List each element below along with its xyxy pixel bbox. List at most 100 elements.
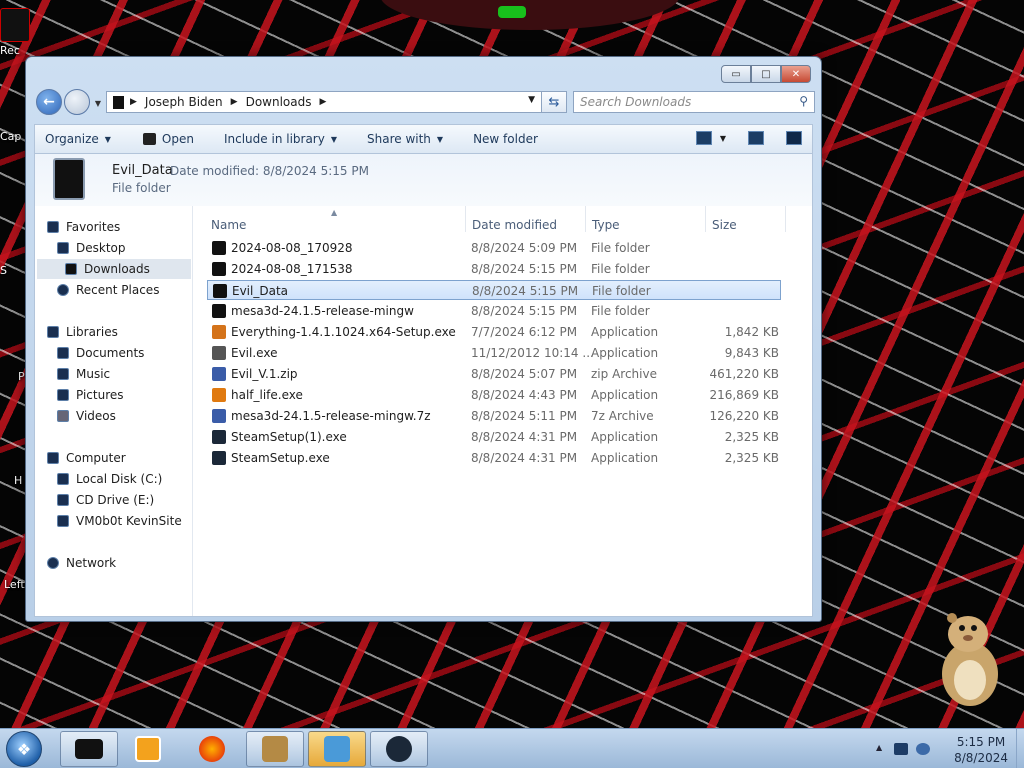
search-icon[interactable]: ⚲	[799, 94, 808, 108]
network-tray-icon[interactable]	[894, 743, 908, 755]
clock[interactable]: 5:15 PM 8/8/2024	[954, 734, 1008, 766]
refresh-button[interactable]: ⇆	[541, 91, 567, 113]
address-dropdown-icon[interactable]: ▼	[528, 95, 535, 105]
folder-icon	[213, 284, 227, 298]
hamster-pet-icon[interactable]	[938, 606, 1002, 706]
nav-computer[interactable]: Computer	[47, 448, 126, 468]
table-row[interactable]: Everything-1.4.1.1024.x64-Setup.exe 7/7/2…	[207, 322, 781, 342]
nav-desktop[interactable]: Desktop	[57, 238, 126, 258]
star-icon	[47, 221, 59, 233]
back-button[interactable]: ←	[36, 89, 62, 115]
magnifier-icon	[212, 325, 226, 339]
nav-libraries[interactable]: Libraries	[47, 322, 118, 342]
column-header-size[interactable]: Size	[712, 218, 737, 232]
show-desktop-button[interactable]	[1016, 729, 1024, 768]
table-row[interactable]: 2024-08-08_171538 8/8/2024 5:15 PM File fo…	[207, 259, 781, 279]
organize-button[interactable]: Organize ▼	[35, 132, 121, 146]
table-row[interactable]: SteamSetup(1).exe 8/8/2024 4:31 PM Applica…	[207, 427, 781, 447]
nav-local-disk[interactable]: Local Disk (C:)	[57, 469, 162, 489]
taskbar-notepad-button[interactable]	[308, 731, 366, 767]
minimize-button[interactable]: ▭	[721, 65, 751, 83]
sort-ascending-icon: ▲	[331, 208, 338, 217]
view-controls: ▼	[682, 131, 802, 145]
recent-pages-button[interactable]: ▼	[92, 97, 104, 109]
file-name: SteamSetup(1).exe	[231, 430, 347, 444]
videos-icon	[57, 410, 69, 422]
nav-pictures[interactable]: Pictures	[57, 385, 124, 405]
taskbar: ❖ ▲ 5:15 PM 8/8/2024	[0, 728, 1024, 768]
column-divider[interactable]	[465, 206, 466, 232]
column-divider[interactable]	[785, 206, 786, 232]
file-size: 126,220 KB	[709, 409, 779, 423]
table-row[interactable]: mesa3d-24.1.5-release-mingw.7z 8/8/2024 5…	[207, 406, 781, 426]
table-row[interactable]: 2024-08-08_170928 8/8/2024 5:09 PM File fo…	[207, 238, 781, 258]
share-with-button[interactable]: Share with ▼	[347, 132, 453, 146]
table-row[interactable]: Evil_Data 8/8/2024 5:15 PM File folder	[207, 280, 781, 300]
show-hidden-icons-icon[interactable]: ▲	[876, 743, 882, 752]
table-row[interactable]: mesa3d-24.1.5-release-mingw 8/8/2024 5:15…	[207, 301, 781, 321]
column-divider[interactable]	[585, 206, 586, 232]
file-type: Application	[591, 451, 659, 465]
column-divider[interactable]	[705, 206, 706, 232]
nav-music[interactable]: Music	[57, 364, 110, 384]
open-button[interactable]: Open	[121, 132, 204, 146]
nav-recent-places[interactable]: Recent Places	[57, 280, 159, 300]
change-view-icon[interactable]	[695, 131, 712, 145]
taskbar-hamster-box-button[interactable]	[246, 731, 304, 767]
breadcrumb-separator-icon[interactable]: ▶	[319, 97, 326, 107]
downloads-icon	[65, 263, 77, 275]
search-input[interactable]: Search Downloads ⚲	[573, 91, 815, 113]
maximize-button[interactable]: □	[751, 65, 781, 83]
file-date: 8/8/2024 5:15 PM	[472, 284, 579, 298]
file-name: Evil_Data	[232, 284, 289, 298]
file-name: mesa3d-24.1.5-release-mingw	[231, 304, 414, 318]
file-date: 8/8/2024 5:15 PM	[471, 262, 578, 276]
file-date: 7/7/2024 6:12 PM	[471, 325, 578, 339]
chevron-down-icon: ▼	[330, 134, 337, 144]
breadcrumb-downloads[interactable]: Downloads	[246, 95, 312, 109]
table-row[interactable]: Evil.exe 11/12/2012 10:14 ... Application 9…	[207, 343, 781, 363]
taskbar-explorer-button[interactable]	[60, 731, 118, 767]
close-button[interactable]: ✕	[781, 65, 811, 83]
table-row[interactable]: Evil_V.1.zip 8/8/2024 5:07 PM zip Archive 4…	[207, 364, 781, 384]
preview-pane-icon[interactable]	[748, 131, 764, 145]
file-size: 9,843 KB	[724, 346, 779, 360]
column-header-name[interactable]: Name	[211, 218, 246, 232]
help-icon[interactable]	[786, 131, 802, 145]
nav-network[interactable]: Network	[47, 553, 116, 573]
taskbar-firefox-button[interactable]	[192, 731, 232, 767]
taskbar-steam-button[interactable]	[370, 731, 428, 767]
explorer-icon	[75, 739, 103, 759]
taskbar-media-player-button[interactable]	[128, 731, 168, 767]
address-bar[interactable]: ▶ Joseph Biden ▶ Downloads ▶ ▼	[106, 91, 566, 113]
file-name: 2024-08-08_170928	[231, 241, 353, 255]
nav-downloads[interactable]: Downloads	[37, 259, 191, 279]
desktop-icon-recycle-bin[interactable]: Rec	[0, 8, 30, 57]
include-in-library-button[interactable]: Include in library ▼	[204, 132, 347, 146]
file-date: 8/8/2024 5:07 PM	[471, 367, 578, 381]
nav-favorites[interactable]: Favorites	[47, 217, 120, 237]
forward-button[interactable]	[64, 89, 90, 115]
view-options-dropdown-icon[interactable]: ▼	[720, 134, 726, 145]
new-folder-button[interactable]: New folder	[453, 132, 548, 146]
start-button[interactable]: ❖	[6, 731, 42, 767]
nav-documents[interactable]: Documents	[57, 343, 144, 363]
file-size: 1,842 KB	[724, 325, 779, 339]
nav-network-share[interactable]: VM0b0t KevinSite	[57, 511, 182, 531]
navigation-row: ← ▼ ▶ Joseph Biden ▶ Downloads ▶ ▼ ⇆ Sea…	[34, 88, 815, 116]
folder-icon	[113, 95, 124, 109]
breadcrumb-separator-icon[interactable]: ▶	[231, 97, 238, 107]
table-row[interactable]: SteamSetup.exe 8/8/2024 4:31 PM Applicatio…	[207, 448, 781, 468]
chevron-down-icon: ▼	[436, 134, 444, 144]
steam-icon	[386, 736, 412, 762]
nav-videos[interactable]: Videos	[57, 406, 116, 426]
breadcrumb-separator-icon[interactable]: ▶	[130, 97, 137, 107]
column-header-type[interactable]: Type	[592, 218, 620, 232]
volume-tray-icon[interactable]	[916, 743, 930, 755]
breadcrumb-joseph-biden[interactable]: Joseph Biden	[145, 95, 223, 109]
column-header-date[interactable]: Date modified	[472, 218, 557, 232]
table-row[interactable]: half_life.exe 8/8/2024 4:43 PM Application…	[207, 385, 781, 405]
computer-icon	[47, 452, 59, 464]
explorer-window[interactable]: ▭ □ ✕ ← ▼ ▶ Joseph Biden ▶ Downloads ▶ ▼…	[25, 56, 822, 622]
nav-cd-drive[interactable]: CD Drive (E:)	[57, 490, 154, 510]
